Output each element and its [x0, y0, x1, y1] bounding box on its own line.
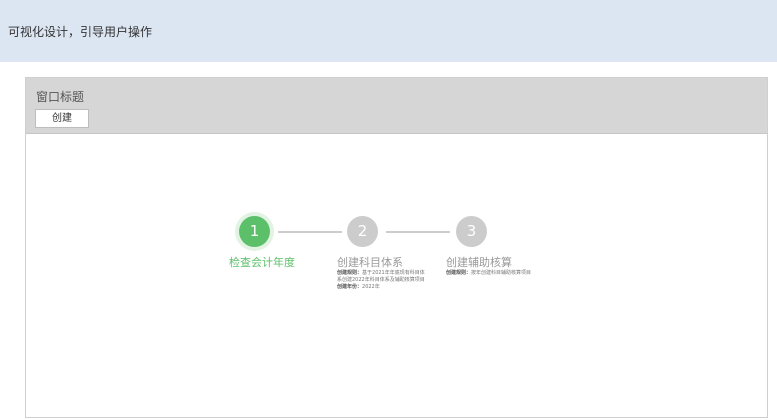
top-banner: 可视化设计，引导用户操作 [0, 0, 777, 62]
step-2-description: 创建规则：基于2021年年底现有科目体 系创建2022年科目体系及辅助核算项目 … [337, 270, 425, 291]
window-panel: 窗口标题 创建 1 检查会计年度 2 创建科目体系 创建规则：基于2021年年底… [25, 77, 768, 418]
step-wizard: 1 检查会计年度 2 创建科目体系 创建规则：基于2021年年底现有科目体 系创… [26, 78, 767, 417]
step-2-title[interactable]: 创建科目体系 [337, 254, 403, 270]
step-connector-2-3 [386, 231, 450, 233]
banner-title: 可视化设计，引导用户操作 [8, 25, 153, 39]
step-1-title[interactable]: 检查会计年度 [229, 254, 295, 270]
step-2-desc-line-1: 创建规则：基于2021年年底现有科目体 [337, 270, 425, 276]
step-2-desc-line-3: 创建年份：2022年 [337, 284, 380, 290]
step-3-description: 创建规则：按年创建科目辅助核算项目 [446, 270, 531, 277]
step-3-title[interactable]: 创建辅助核算 [446, 254, 512, 270]
step-3-circle[interactable]: 3 [456, 216, 487, 247]
step-1-circle[interactable]: 1 [239, 216, 270, 247]
step-2-circle[interactable]: 2 [347, 216, 378, 247]
step-connector-1-2 [278, 231, 342, 233]
step-2-desc-line-2: 系创建2022年科目体系及辅助核算项目 [337, 277, 425, 283]
step-3-desc-line-1: 创建规则：按年创建科目辅助核算项目 [446, 270, 532, 276]
